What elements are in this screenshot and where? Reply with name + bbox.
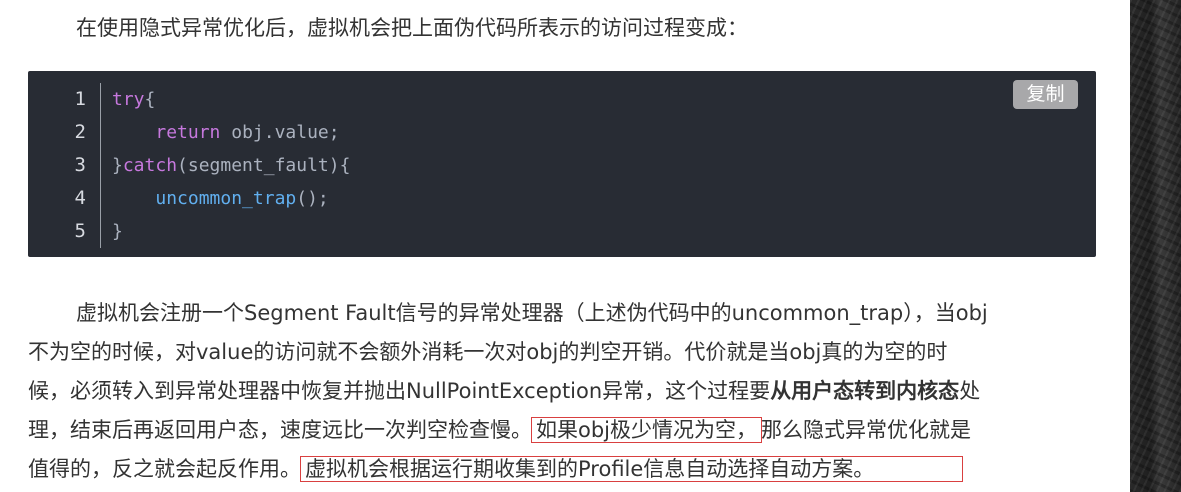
code-line: return obj.value; (155, 122, 340, 143)
keyword: return (155, 122, 221, 143)
highlighted-text: 如果obj极少情况为空， (530, 417, 763, 443)
code-line: uncommon_trap(); (155, 188, 329, 209)
line-number: 3 (74, 154, 86, 176)
function-name: uncommon_trap (155, 188, 297, 209)
highlighted-text: 虚拟机会根据运行期收集到的Profile信息自动选择自动方案。 (299, 456, 964, 482)
article-content: 在使用隐式异常优化后，虚拟机会把上面伪代码所表示的访问过程变成： 1 2 3 4… (0, 0, 1130, 492)
line-numbers: 1 2 3 4 5 (28, 83, 101, 248)
keyword: try (112, 89, 145, 110)
code-line: }catch(segment_fault){ (112, 155, 351, 176)
line-number: 2 (74, 121, 86, 143)
copy-button[interactable]: 复制 (1013, 80, 1078, 109)
code-block: 1 2 3 4 5 try{ return obj.value; }catch(… (28, 71, 1096, 257)
code-line: try{ (112, 89, 156, 110)
paragraph: 虚拟机会注册一个Segment Fault信号的异常处理器（上述伪代码中的unc… (28, 294, 1098, 489)
line-number: 1 (74, 88, 86, 110)
intro-text: 在使用隐式异常优化后，虚拟机会把上面伪代码所表示的访问过程变成： (76, 16, 748, 40)
paragraph-line: 不为空的时候，对value的访问就不会额外消耗一次对obj的判空开销。代价就是当… (28, 340, 948, 364)
code-line: } (112, 221, 123, 242)
background-texture (1130, 0, 1181, 492)
paragraph-line: 候，必须转入到异常处理器中恢复并抛出NullPointException异常，这… (28, 379, 981, 403)
bold-text: 从用户态转到内核态 (770, 379, 960, 403)
paragraph-line: 虚拟机会注册一个Segment Fault信号的异常处理器（上述伪代码中的unc… (76, 301, 988, 325)
keyword: catch (122, 155, 178, 176)
paragraph-line: 理，结束后再返回用户态，速度远比一次判空检查慢。 如果obj极少情况为空， 那么隐式… (28, 417, 972, 443)
line-number: 5 (74, 220, 86, 242)
line-number: 4 (74, 187, 86, 209)
code-lines: try{ return obj.value; }catch(segment_fa… (112, 83, 350, 248)
paragraph-line: 值得的，反之就会起反作用。 虚拟机会根据运行期收集到的Profile信息自动选择自… (28, 450, 1098, 489)
